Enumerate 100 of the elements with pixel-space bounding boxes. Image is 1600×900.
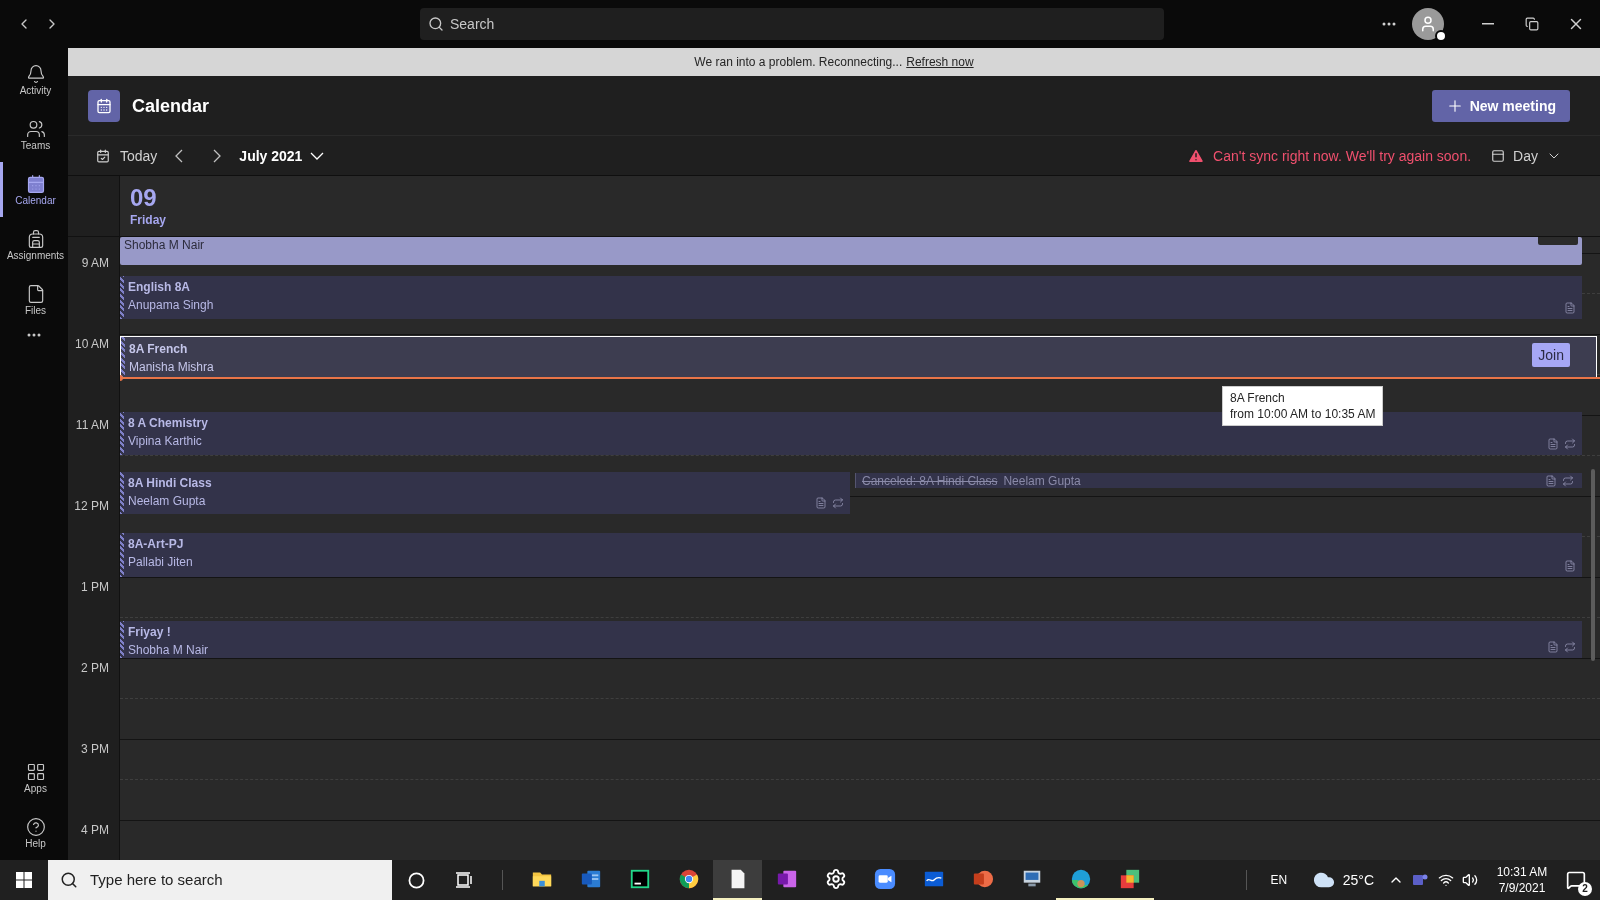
minimize-icon: [1482, 23, 1494, 25]
avatar[interactable]: [1412, 8, 1444, 40]
notification-badge: 2: [1578, 882, 1592, 896]
notes-icon: [1545, 474, 1557, 487]
event-organizer: Neelam Gupta: [128, 493, 207, 510]
help-icon: [25, 816, 46, 837]
notes-icon: [1547, 438, 1559, 450]
time-label: 3 PM: [81, 741, 109, 757]
event-card[interactable]: Shobha M Nair: [120, 237, 1582, 265]
people-icon: [25, 118, 46, 139]
chevron-left-icon: [175, 148, 184, 163]
chevron-down-icon: [310, 151, 325, 160]
more-icon: [1382, 22, 1396, 26]
language-indicator[interactable]: EN: [1260, 872, 1297, 888]
event-card[interactable]: 8A Hindi Class Neelam Gupta: [120, 472, 850, 514]
scrollbar[interactable]: [1591, 469, 1595, 661]
search-icon: [428, 16, 444, 32]
more-apps-button[interactable]: [27, 333, 41, 337]
time-label: 2 PM: [81, 660, 109, 676]
view-icon: [1491, 148, 1506, 163]
search-field[interactable]: Search: [420, 8, 1164, 40]
windows-icon: [16, 872, 32, 888]
event-organizer: Pallabi Jiten: [128, 554, 194, 571]
repeat-icon: [1562, 474, 1574, 487]
view-switcher[interactable]: Day: [1491, 145, 1562, 166]
event-organizer: Neelam Gupta: [1003, 472, 1082, 489]
sidebar-item[interactable]: Help: [0, 805, 68, 860]
month-picker[interactable]: July 2021: [239, 145, 325, 166]
calendar-icon: [96, 148, 110, 163]
event-title: Canceled: 8A Hindi Class: [862, 472, 998, 489]
taskbar-search-field[interactable]: Type here to search: [48, 860, 392, 900]
new-meeting-button[interactable]: New meeting: [1431, 89, 1570, 122]
wifi-icon[interactable]: [1438, 872, 1454, 888]
speaker-icon[interactable]: [1462, 872, 1478, 888]
more-options-button[interactable]: [1382, 22, 1396, 26]
notes-icon: [1564, 302, 1576, 314]
event-title: 8A-Art-PJ: [128, 536, 185, 553]
temperature[interactable]: 25°C: [1342, 870, 1374, 890]
event-title: English 8A: [128, 279, 191, 296]
event-organizer: Shobha M Nair: [128, 642, 210, 659]
notebook-icon: [775, 868, 798, 890]
day-number: 09: [130, 184, 158, 212]
slides-icon: [971, 868, 994, 890]
time-label: 10 AM: [74, 336, 109, 352]
code-editor-icon: [628, 868, 651, 890]
sidebar-item[interactable]: Assignments: [0, 217, 68, 272]
more-icon: [27, 333, 41, 337]
refresh-link[interactable]: Refresh now: [906, 54, 974, 70]
task-view-icon: [455, 872, 473, 888]
squares-icon: [1118, 868, 1141, 890]
restore-icon: [1525, 17, 1539, 31]
calendar-icon: [25, 173, 46, 194]
clock-date: 7/9/2021: [1498, 880, 1546, 896]
globe-icon: [1069, 868, 1092, 890]
event-title: 8 A Chemistry: [128, 415, 209, 432]
search-icon: [60, 871, 78, 889]
time-label: 12 PM: [74, 498, 109, 514]
sidebar-item[interactable]: Activity: [0, 52, 68, 107]
day-name: Friday: [130, 212, 167, 228]
clock-time: 10:31 AM: [1496, 864, 1548, 880]
event-card[interactable]: Canceled: 8A Hindi Class Neelam Gupta: [855, 473, 1582, 488]
notes-icon: [1547, 641, 1559, 653]
sidebar-item[interactable]: Teams: [0, 107, 68, 162]
event-title: 8A Hindi Class: [128, 475, 213, 492]
previous-button[interactable]: [175, 148, 184, 163]
event-organizer: Shobha M Nair: [124, 237, 205, 254]
video-camera-icon: [873, 868, 896, 890]
banner-message: We ran into a problem. Reconnecting...: [694, 54, 903, 70]
gear-icon: [824, 868, 847, 890]
sidebar-item[interactable]: Files: [0, 272, 68, 327]
sidebar-item[interactable]: Apps: [0, 750, 68, 805]
notes-icon: [815, 497, 827, 509]
event-card[interactable]: Friyay ! Shobha M Nair: [120, 621, 1582, 658]
time-label: 4 PM: [81, 822, 109, 838]
event-title: 8A French: [129, 341, 189, 358]
time-label: 9 AM: [81, 255, 109, 271]
browser-icon: [677, 868, 700, 890]
repeat-icon: [1564, 641, 1576, 653]
calendar-app-icon: [88, 89, 120, 122]
event-organizer: Vipina Karthic: [128, 433, 203, 450]
sync-error-message: Can't sync right now. We'll try again soon.: [1213, 146, 1472, 166]
today-button[interactable]: Today: [96, 145, 158, 166]
tooltip-title: 8A French: [1230, 390, 1286, 406]
clock[interactable]: 10:31 AM 7/9/2021: [1490, 864, 1554, 896]
join-button[interactable]: Join: [1532, 343, 1570, 367]
next-button[interactable]: [213, 148, 222, 163]
repeat-icon: [832, 497, 844, 509]
taskbar-app-button[interactable]: [713, 860, 762, 900]
event-card[interactable]: 8A French Manisha Mishra Join: [120, 336, 1597, 378]
event-organizer: Anupama Singh: [128, 297, 215, 314]
time-label: 11 AM: [75, 417, 109, 433]
people-icon[interactable]: [1412, 872, 1428, 888]
notes-icon: [1564, 560, 1576, 572]
repeat-icon: [1564, 438, 1576, 450]
person-icon: [1419, 15, 1437, 33]
apps-icon: [25, 761, 46, 782]
chevron-right-icon: [213, 148, 222, 163]
event-card[interactable]: English 8A Anupama Singh: [120, 276, 1582, 319]
event-card[interactable]: 8A-Art-PJ Pallabi Jiten: [120, 533, 1582, 577]
bell-icon: [25, 63, 46, 84]
